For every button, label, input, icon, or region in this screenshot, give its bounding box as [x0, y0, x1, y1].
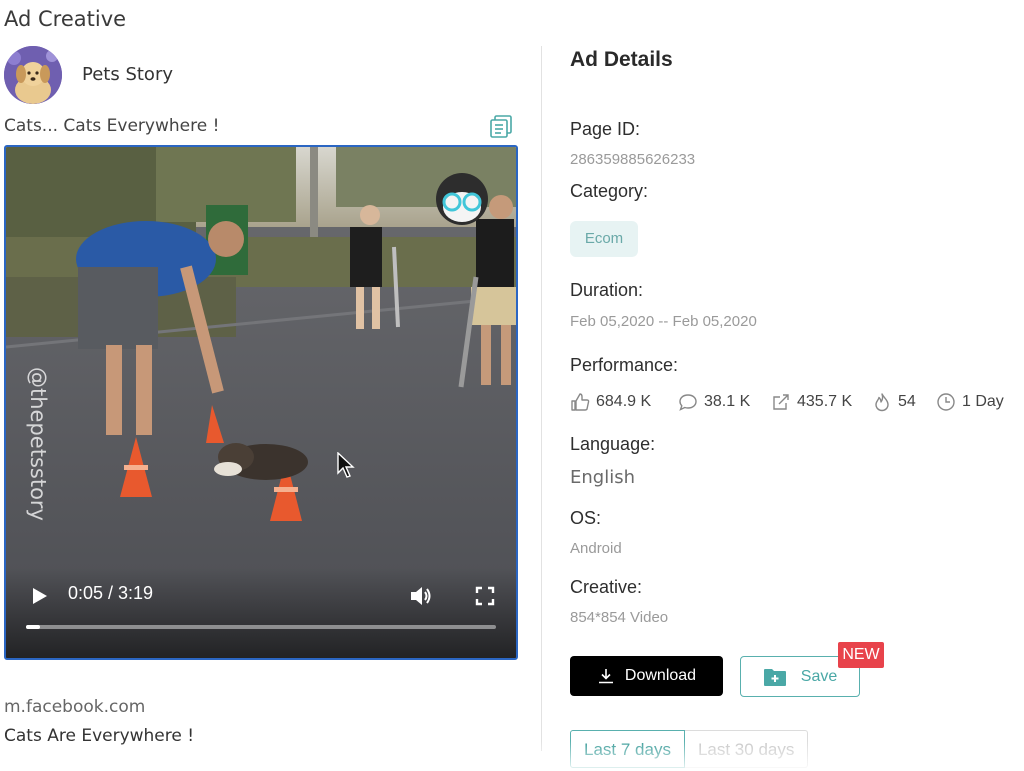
link-title: Cats Are Everywhere !	[4, 726, 195, 746]
stat-days-value: 1 Day	[962, 393, 1004, 410]
video-progress-bar[interactable]	[26, 625, 496, 629]
comment-icon	[679, 394, 697, 411]
flame-icon	[875, 393, 889, 412]
clock-icon	[937, 393, 955, 411]
copy-text-icon[interactable]	[488, 113, 514, 139]
fullscreen-icon	[475, 586, 495, 606]
category-label: Category:	[570, 181, 649, 201]
section-title: Ad Creative	[4, 7, 127, 31]
stat-comments-value: 38.1 K	[704, 393, 751, 410]
tab-last-30-days[interactable]: Last 30 days	[684, 730, 809, 768]
performance-label: Performance:	[570, 355, 679, 375]
stat-likes-value: 684.9 K	[596, 393, 652, 410]
play-button[interactable]	[28, 585, 50, 607]
creative-value: 854*854 Video	[570, 609, 669, 626]
volume-icon	[411, 587, 431, 605]
folder-plus-icon	[763, 668, 786, 686]
stat-shares-value: 435.7 K	[797, 393, 853, 410]
dog-avatar-image	[4, 46, 62, 104]
os-value: Android	[570, 540, 622, 557]
details-title: Ad Details	[570, 48, 673, 71]
avatar[interactable]	[4, 46, 62, 104]
stat-popularity-value: 54	[898, 393, 916, 410]
date-range-tabs: Last 7 days Last 30 days	[570, 730, 809, 768]
link-domain[interactable]: m.facebook.com	[4, 697, 145, 717]
category-chip[interactable]: Ecom	[570, 221, 638, 257]
stat-likes: 684.9 K	[569, 390, 651, 414]
ad-text: Cats... Cats Everywhere !	[4, 116, 220, 136]
video-progress-fill	[26, 625, 41, 629]
stat-comments: 38.1 K	[677, 390, 750, 414]
volume-button[interactable]	[408, 583, 434, 609]
duration-label: Duration:	[570, 280, 644, 300]
video-controls-bar	[6, 568, 516, 658]
thumbs-up-icon	[571, 393, 590, 411]
download-button-label: Download	[624, 667, 697, 684]
language-value: English	[570, 467, 635, 488]
fullscreen-button[interactable]	[474, 585, 496, 607]
save-button-label: Save	[800, 667, 838, 685]
share-icon	[773, 394, 789, 410]
duration-value: Feb 05,2020 -- Feb 05,2020	[570, 313, 757, 330]
new-badge: NEW	[838, 642, 884, 668]
video-watermark: @thepetsstory	[26, 367, 50, 521]
language-label: Language:	[570, 434, 656, 454]
stat-popularity: 54	[871, 390, 916, 414]
tab-last-7-days[interactable]: Last 7 days	[570, 730, 685, 768]
creative-label: Creative:	[570, 577, 643, 597]
os-label: OS:	[570, 508, 602, 528]
download-icon	[598, 669, 613, 684]
stat-days: 1 Day	[935, 390, 1004, 414]
play-icon	[33, 588, 47, 604]
stat-shares: 435.7 K	[770, 390, 852, 414]
video-player[interactable]: @thepetsstory 0:05 / 3:19	[4, 145, 518, 660]
page-id-value: 286359885626233	[570, 151, 696, 168]
page-name[interactable]: Pets Story	[82, 64, 173, 85]
video-time-display: 0:05 / 3:19	[68, 583, 154, 603]
page-id-label: Page ID:	[570, 119, 641, 139]
column-divider	[541, 46, 542, 751]
download-button[interactable]: Download	[570, 656, 723, 696]
mouse-cursor-icon	[337, 451, 355, 478]
